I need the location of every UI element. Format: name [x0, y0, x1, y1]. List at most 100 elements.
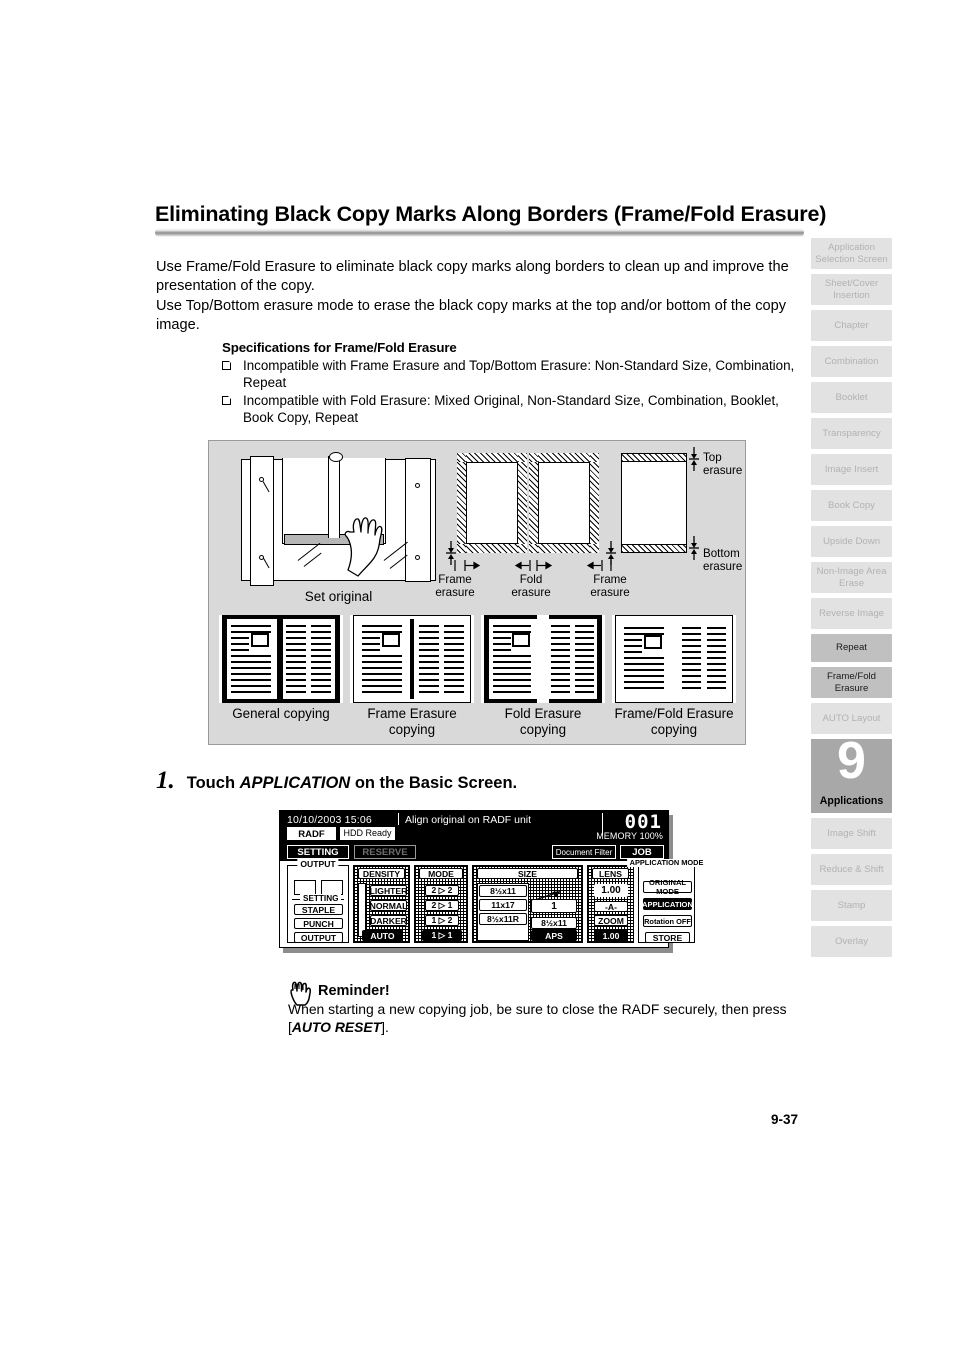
sidebar-item-upside-down[interactable]: Upside Down: [811, 526, 892, 557]
page-right: [549, 619, 597, 699]
sidebar-item-book-copy[interactable]: Book Copy: [811, 490, 892, 521]
example-image: [350, 615, 474, 703]
size-key-8-5x11[interactable]: 8½x11: [479, 885, 527, 897]
bottom-erasure-arrow: [689, 536, 699, 560]
example-caption: Frame Erasure copying: [367, 706, 457, 737]
specifications-heading: Specifications for Frame/Fold Erasure: [222, 340, 457, 355]
frame-fold-erasure-diagram: Frame erasure Fold erasure Frame erasure: [435, 453, 630, 599]
sidebar-item-sheet-cover-insertion[interactable]: Sheet/Cover Insertion: [811, 274, 892, 305]
square-bullet-icon: [222, 395, 232, 406]
copier-lcd-panel[interactable]: 10/10/2003 15:06 Align original on RADF …: [279, 810, 707, 948]
auto-density-key[interactable]: AUTO: [362, 930, 403, 941]
fold-erasure-label: Fold erasure: [511, 573, 551, 599]
size-key-11x17[interactable]: 11x17: [479, 899, 527, 911]
mode-1to1-key[interactable]: 1 ▷ 1: [422, 930, 462, 941]
top-bottom-erasure-diagram: Top erasure Bottom erasure: [621, 447, 742, 573]
example-frame-erasure-copying: Frame Erasure copying: [350, 615, 474, 738]
output-tray-icon-1[interactable]: [294, 880, 316, 895]
lens-preset-key[interactable]: 1.00: [594, 930, 628, 941]
staple-key[interactable]: STAPLE: [294, 904, 343, 915]
example-image: [612, 615, 736, 703]
sidebar-item-transparency[interactable]: Transparency: [811, 418, 892, 449]
step-number: 1.: [156, 767, 175, 794]
hinge-hole-icon: [415, 483, 420, 488]
square-bullet-icon: [222, 360, 232, 370]
sidebar-item-reverse-image[interactable]: Reverse Image: [811, 598, 892, 629]
tab-reserve[interactable]: RESERVE: [354, 845, 416, 859]
lcd-status-bar: 10/10/2003 15:06 Align original on RADF …: [280, 811, 668, 843]
pointing-hand-icon: [290, 981, 312, 1006]
sidebar-item-auto-layout[interactable]: AUTO Layout: [811, 703, 892, 734]
tab-setting[interactable]: SETTING: [287, 845, 349, 859]
auto-ratio-key[interactable]: -A-: [594, 901, 628, 912]
example-image: [219, 615, 343, 703]
example-caption: General copying: [232, 706, 330, 721]
density-scale[interactable]: [358, 883, 366, 937]
text-lines-left: [620, 619, 670, 699]
specifications-block: Specifications for Frame/Fold Erasure In…: [222, 340, 812, 427]
sidebar-item-reduce-shift[interactable]: Reduce & Shift: [811, 854, 892, 885]
copy-count: 001: [624, 811, 662, 833]
right-page-content-area: [538, 462, 590, 544]
sidebar-item-combination[interactable]: Combination: [811, 346, 892, 377]
sidebar-item-non-image-area-erase[interactable]: Non-Image Area Erase: [811, 562, 892, 593]
example-fold-erasure-copying: Fold Erasure copying: [481, 615, 605, 738]
rotation-off-key[interactable]: Rotation OFF: [643, 915, 692, 927]
original-mode-key[interactable]: ORIGINAL MODE: [643, 878, 692, 896]
application-key[interactable]: APPLICATION: [642, 898, 693, 910]
text-lines-right: [680, 619, 730, 699]
page-left: [489, 619, 537, 699]
sidebar-item-image-shift[interactable]: Image Shift: [811, 818, 892, 849]
page-left: [227, 619, 277, 699]
mode-2to1-key[interactable]: 2 ▷ 1: [425, 900, 459, 911]
copy-quantity-display[interactable]: 1: [531, 899, 577, 913]
size-panel-legend: SIZE: [477, 868, 578, 879]
title-rule: [155, 227, 804, 237]
output-tray-icon-2[interactable]: [321, 880, 343, 895]
zoom-key[interactable]: ZOOM: [594, 915, 628, 926]
set-original-illustration: Set original: [223, 451, 454, 606]
sidebar-item-booklet[interactable]: Booklet: [811, 382, 892, 413]
output-panel-legend: OUTPUT: [297, 859, 339, 869]
reminder-body: When starting a new copying job, be sure…: [288, 1001, 808, 1036]
aps-key[interactable]: APS: [531, 930, 577, 941]
specifications-list: Incompatible with Frame Erasure and Top/…: [222, 357, 812, 427]
lens-panel-legend: LENS: [592, 868, 629, 879]
step-text-after: on the Basic Screen.: [350, 774, 518, 792]
sidebar-item-repeat[interactable]: Repeat: [811, 634, 892, 662]
text-lines: [283, 619, 335, 699]
normal-key[interactable]: NORMAL: [370, 900, 407, 911]
tab-job-list[interactable]: JOB LIST: [620, 845, 664, 872]
lighter-key[interactable]: LIGHTER: [370, 885, 407, 896]
sidebar-item-frame-fold-erasure[interactable]: Frame/Fold Erasure: [811, 667, 892, 698]
sidebar-item-image-insert[interactable]: Image Insert: [811, 454, 892, 485]
store-key[interactable]: STORE: [645, 932, 690, 943]
tab-document-filter[interactable]: Document Filter: [552, 845, 616, 859]
text-lines: [489, 619, 537, 699]
output-key[interactable]: OUTPUT: [294, 932, 343, 943]
output-size-key[interactable]: 8½x11: [531, 917, 577, 929]
sidebar-item-application-selection-screen[interactable]: Application Selection Screen: [811, 238, 892, 269]
illustration-top-row: Set original Frame erasure Fold erasure …: [209, 441, 745, 609]
intro-line-1: Use Frame/Fold Erasure to eliminate blac…: [156, 259, 789, 295]
size-key-8-5x11r[interactable]: 8½x11R: [479, 913, 527, 925]
mode-panel-legend: MODE: [419, 868, 463, 879]
sidebar-item-stamp[interactable]: Stamp: [811, 890, 892, 921]
lcd-message: Align original on RADF unit: [405, 814, 532, 826]
gloss-line: [262, 557, 270, 569]
page-number: 9-37: [770, 1112, 798, 1127]
horizontal-measure-arrows: [454, 560, 612, 571]
top-erasure-band: [622, 454, 686, 462]
chapter-number: 9: [837, 732, 866, 790]
mode-1to2-key[interactable]: 1 ▷ 2: [425, 915, 459, 926]
single-page-sheet: [621, 453, 687, 553]
punch-key[interactable]: PUNCH: [294, 918, 343, 929]
sidebar-item-overlay[interactable]: Overlay: [811, 926, 892, 957]
mode-2to2-key[interactable]: 2 ▷ 2: [425, 885, 459, 896]
sidebar-item-chapter[interactable]: Chapter: [811, 310, 892, 341]
center-fold-mark: [410, 619, 414, 699]
chapter-label: Applications: [819, 795, 884, 807]
darker-key[interactable]: DARKER: [370, 915, 407, 926]
chapter-sidebar: Application Selection Screen Sheet/Cover…: [811, 238, 892, 962]
example-image: [481, 615, 605, 703]
